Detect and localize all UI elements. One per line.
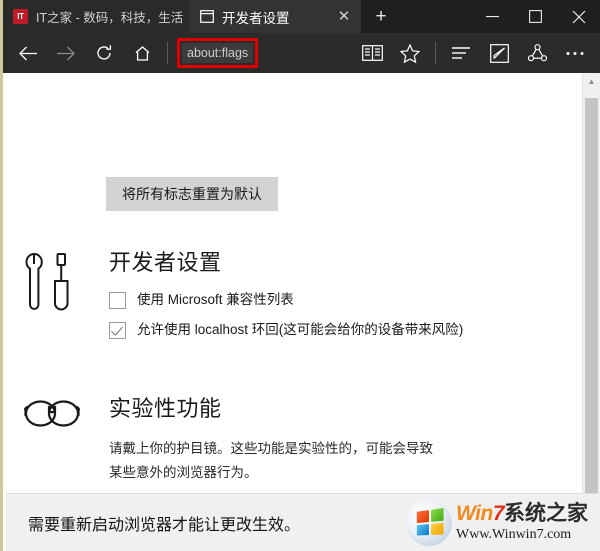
scroll-up-arrow-icon[interactable]: ▲ — [583, 73, 600, 90]
compat-list-checkbox[interactable] — [109, 292, 126, 309]
browser-window: IT IT之家 - 数码，科技，生活· 开发者设置 ✕ + about:flag… — [0, 0, 600, 551]
reset-all-flags-button[interactable]: 将所有标志重置为默认 — [106, 177, 278, 211]
checkbox-row[interactable]: 允许使用 localhost 环回(这可能会给你的设备带来风险) — [109, 321, 573, 339]
maximize-icon[interactable] — [514, 0, 557, 33]
close-icon[interactable] — [557, 0, 600, 33]
window-controls — [471, 0, 600, 33]
watermark-brand-win: Win — [456, 502, 493, 525]
page-icon — [199, 9, 214, 24]
watermark-logo: Win7系统之家 Www.Winwin7.com — [406, 499, 592, 546]
localhost-loopback-checkbox[interactable] — [109, 322, 126, 339]
windows-orb-icon — [406, 499, 452, 546]
scrollbar-thumb[interactable] — [585, 98, 598, 493]
tab-close-icon[interactable]: ✕ — [333, 6, 355, 28]
favicon-text: IT — [13, 9, 28, 24]
wrench-screwdriver-icon — [21, 245, 109, 351]
page-scrollbar[interactable]: ▲ — [582, 73, 600, 493]
checkbox-row[interactable]: 使用 Microsoft 兼容性列表 — [109, 291, 573, 309]
address-bar[interactable]: about:flags — [174, 38, 353, 68]
favorites-star-icon[interactable] — [391, 36, 429, 70]
more-icon[interactable] — [556, 36, 594, 70]
section-title: 实验性功能 — [109, 396, 222, 421]
browser-tab-2[interactable]: 开发者设置 ✕ — [189, 0, 361, 33]
it-favicon: IT — [13, 9, 28, 24]
address-value-wrap: about:flags — [177, 38, 259, 68]
page-content: 将所有标志重置为默认 开发者设置 使用 Microsoft 兼容性列表 允许使用… — [3, 73, 600, 493]
tab-title: IT之家 - 数码，科技，生活· — [36, 11, 183, 25]
forward-icon[interactable] — [47, 36, 85, 70]
tab-bar: IT IT之家 - 数码，科技，生活· 开发者设置 ✕ + — [3, 0, 600, 33]
section-body: 开发者设置 使用 Microsoft 兼容性列表 允许使用 localhost … — [109, 245, 573, 351]
watermark-brand-seven: 7 — [492, 502, 505, 525]
tab-bar-spacer — [401, 0, 471, 33]
address-input[interactable]: about:flags — [182, 43, 254, 63]
hub-icon[interactable] — [442, 36, 480, 70]
windows-flag-icon — [416, 508, 444, 536]
watermark-brand-cn: 系统之家 — [504, 502, 588, 525]
page-scroll-area: 将所有标志重置为默认 开发者设置 使用 Microsoft 兼容性列表 允许使用… — [3, 73, 583, 493]
watermark-url: Www.Winwin7.com — [456, 527, 572, 542]
toolbar-divider-2 — [435, 42, 436, 64]
section-experimental-features: 实验性功能 请戴上你的护目镜。这些功能是实验性的，可能会导致某些意外的浏览器行为… — [21, 391, 573, 493]
tab-title: 开发者设置 — [222, 10, 290, 26]
status-bar: 需要重新启动浏览器才能让更改生效。 Win7系统之家 Www.Winwin7.c… — [6, 493, 600, 551]
scrollbar-track[interactable] — [583, 90, 600, 493]
browser-tab-1[interactable]: IT IT之家 - 数码，科技，生活· — [3, 0, 189, 33]
back-icon[interactable] — [9, 36, 47, 70]
section-title: 开发者设置 — [109, 250, 222, 275]
browser-toolbar: about:flags — [3, 33, 600, 73]
section-developer-settings: 开发者设置 使用 Microsoft 兼容性列表 允许使用 localhost … — [21, 245, 573, 351]
checkbox-label: 使用 Microsoft 兼容性列表 — [137, 292, 294, 307]
watermark-brand: Win7系统之家 — [456, 503, 588, 524]
toolbar-right-icons — [353, 36, 594, 70]
watermark-text: Win7系统之家 Www.Winwin7.com — [456, 503, 588, 542]
checkbox-label: 允许使用 localhost 环回(这可能会给你的设备带来风险) — [137, 322, 464, 337]
new-tab-button[interactable]: + — [361, 0, 401, 33]
section-description: 请戴上你的护目镜。这些功能是实验性的，可能会导致某些意外的浏览器行为。 — [109, 441, 433, 480]
toolbar-divider — [167, 42, 168, 64]
minimize-icon[interactable] — [471, 0, 514, 33]
share-icon[interactable] — [518, 36, 556, 70]
status-message: 需要重新启动浏览器才能让更改生效。 — [28, 516, 301, 534]
home-icon[interactable] — [123, 36, 161, 70]
web-note-icon[interactable] — [480, 36, 518, 70]
reading-view-icon[interactable] — [353, 36, 391, 70]
refresh-icon[interactable] — [85, 36, 123, 70]
section-body: 实验性功能 请戴上你的护目镜。这些功能是实验性的，可能会导致某些意外的浏览器行为… — [109, 391, 573, 493]
goggles-icon — [21, 391, 109, 493]
